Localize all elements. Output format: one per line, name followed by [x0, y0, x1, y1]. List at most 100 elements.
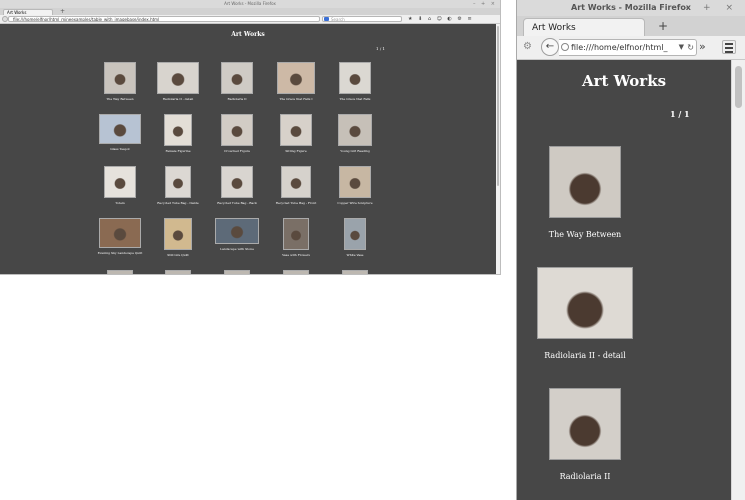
- gallery-item[interactable]: The Grace that Falls I: [266, 62, 326, 101]
- artwork-thumbnail[interactable]: [104, 166, 136, 198]
- artwork-caption: Still Life Quilt: [167, 253, 189, 257]
- artwork-thumbnail[interactable]: [537, 267, 633, 339]
- gallery-item[interactable]: Still Life Quilt: [148, 218, 208, 257]
- artwork-caption: Recycled Tube Bag - Front: [275, 201, 317, 205]
- gallery-item[interactable]: Landscape with Stone: [207, 218, 267, 251]
- gallery-item[interactable]: Female Figurine: [148, 114, 208, 153]
- artwork-thumbnail[interactable]: [338, 114, 372, 146]
- artwork-thumbnail[interactable]: [281, 166, 311, 198]
- window-controls[interactable]: – + ×: [473, 0, 497, 8]
- hamburger-menu-icon[interactable]: [722, 40, 736, 54]
- artwork-caption: Female Figurine: [165, 149, 191, 153]
- artwork-thumbnail: [283, 270, 309, 274]
- new-tab-button[interactable]: +: [60, 8, 65, 15]
- gallery-item[interactable]: Crouched Figure: [207, 114, 267, 153]
- navigation-bar: ⚙ file:///home/elfnor/html_ ▼ ↻ ← »: [517, 36, 745, 60]
- artwork-caption: Recycled Tube Bag - Inside: [157, 201, 199, 205]
- artwork-caption: Radiolaria II: [559, 472, 611, 481]
- artwork-thumbnail[interactable]: [221, 62, 253, 94]
- gallery-item[interactable]: Recycled Tube Bag - Inside: [148, 166, 208, 205]
- reload-icon[interactable]: ↻: [687, 40, 694, 55]
- artwork-thumbnail[interactable]: [344, 218, 366, 250]
- scrollbar[interactable]: [496, 24, 500, 274]
- window-title: Art Works - Mozilla Firefox: [224, 1, 276, 6]
- gallery-item[interactable]: Copper Wire Sculpture: [325, 166, 385, 205]
- gallery-item[interactable]: Recycled Tube Bag - Back: [207, 166, 267, 205]
- gallery-item[interactable]: Totem: [90, 166, 150, 205]
- browser-window-narrow: Art Works - Mozilla Firefox – + × Art Wo…: [517, 0, 745, 500]
- artwork-thumbnail[interactable]: [157, 62, 199, 94]
- url-bar[interactable]: file:///home/elfnor/html_ ▼ ↻: [559, 39, 697, 56]
- chevron-double-right-icon[interactable]: »: [699, 39, 706, 55]
- browser-window-wide: Art Works - Mozilla Firefox – + × Art Wo…: [0, 0, 500, 274]
- page-counter: 1 / 1: [670, 109, 690, 119]
- tab-art-works[interactable]: Art Works: [523, 18, 645, 36]
- artwork-thumbnail[interactable]: [215, 218, 259, 244]
- toolbar-icons[interactable]: ★ ⬇ ⌂ ☺ ◐ ⚙ ≡: [408, 15, 474, 23]
- gallery-item[interactable]: Glass Teapot: [90, 114, 150, 151]
- artwork-thumbnail[interactable]: [283, 218, 309, 250]
- artwork-thumbnail: [165, 270, 191, 274]
- artwork-thumbnail[interactable]: [339, 166, 371, 198]
- navigation-bar: file:///home/elfnor/html_mineexamples/ta…: [0, 15, 500, 24]
- artwork-caption: White Vase: [346, 253, 364, 257]
- gallery-item[interactable]: Evening Sky Landscape Quilt: [90, 218, 150, 255]
- gallery-item[interactable]: Recycled Tube Bag - Front: [266, 166, 326, 205]
- artwork-caption: The Grace that Falls I: [279, 97, 313, 101]
- artwork-caption: The Grace that Falls: [339, 97, 371, 101]
- artwork-caption: Radiolaria II: [227, 97, 247, 101]
- gallery-item[interactable]: The Way Between: [90, 62, 150, 101]
- window-controls[interactable]: – + ×: [684, 0, 739, 16]
- artwork-caption: The Way Between: [106, 97, 134, 101]
- gallery-item[interactable]: Young Girl Reading: [325, 114, 385, 153]
- gallery-item[interactable]: White Vase: [325, 218, 385, 257]
- artwork-caption: Landscape with Stone: [220, 247, 254, 251]
- artwork-thumbnail[interactable]: [277, 62, 315, 94]
- puzzle-icon[interactable]: ⚙: [523, 41, 535, 53]
- page-title: Art Works: [581, 72, 667, 90]
- url-bar[interactable]: file:///home/elfnor/html_mineexamples/ta…: [8, 16, 320, 22]
- chevron-down-icon[interactable]: ▼: [679, 40, 684, 55]
- artwork-thumbnail[interactable]: [99, 218, 141, 248]
- page-content: Art Works 1 / 1 The Way Between Radiolari…: [0, 24, 496, 274]
- artwork-thumbnail[interactable]: [549, 146, 621, 218]
- new-tab-button[interactable]: +: [658, 18, 668, 34]
- arrow-left-icon: ←: [545, 41, 555, 52]
- globe-icon: [561, 43, 569, 51]
- gallery-item[interactable]: Radiolaria II - detail: [148, 62, 208, 101]
- gallery-item[interactable]: The Grace that Falls: [325, 62, 385, 101]
- artwork-thumbnail[interactable]: [221, 166, 253, 198]
- artwork-thumbnail[interactable]: [164, 218, 192, 250]
- window-titlebar: Art Works - Mozilla Firefox – + ×: [517, 0, 745, 16]
- tab-strip: Art Works +: [0, 8, 500, 15]
- artwork-thumbnail[interactable]: [104, 62, 136, 94]
- artwork-caption: The Way Between: [548, 230, 622, 239]
- gallery-item[interactable]: Radiolaria II - detail: [535, 267, 635, 360]
- artwork-thumbnail[interactable]: [99, 114, 141, 144]
- artwork-thumbnail[interactable]: [165, 166, 191, 198]
- artwork-thumbnail[interactable]: [221, 114, 253, 146]
- gallery-item-partial: [90, 270, 150, 274]
- gallery-item[interactable]: Sitting Figure: [266, 114, 326, 153]
- artwork-thumbnail[interactable]: [339, 62, 371, 94]
- gallery-item[interactable]: Vase with Flowers: [266, 218, 326, 257]
- artwork-caption: Sitting Figure: [285, 149, 307, 153]
- scrollbar-thumb[interactable]: [497, 26, 499, 186]
- back-button[interactable]: ←: [541, 38, 559, 56]
- artwork-thumbnail[interactable]: [164, 114, 192, 146]
- gallery-item-partial: [266, 270, 326, 274]
- gallery-item[interactable]: The Way Between: [535, 146, 635, 239]
- artwork-caption: Vase with Flowers: [282, 253, 310, 257]
- artwork-thumbnail[interactable]: [280, 114, 312, 146]
- gallery-item[interactable]: Radiolaria II: [207, 62, 267, 101]
- artwork-thumbnail: [342, 270, 368, 274]
- artwork-caption: Recycled Tube Bag - Back: [217, 201, 257, 205]
- search-input[interactable]: Search: [322, 16, 402, 22]
- gallery-item[interactable]: Radiolaria II: [535, 388, 635, 481]
- scrollbar[interactable]: [731, 60, 745, 500]
- scrollbar-thumb[interactable]: [735, 66, 742, 108]
- search-engine-icon: [324, 17, 329, 21]
- artwork-thumbnail: [107, 270, 133, 274]
- artwork-thumbnail[interactable]: [549, 388, 621, 460]
- gallery-item-partial: [325, 270, 385, 274]
